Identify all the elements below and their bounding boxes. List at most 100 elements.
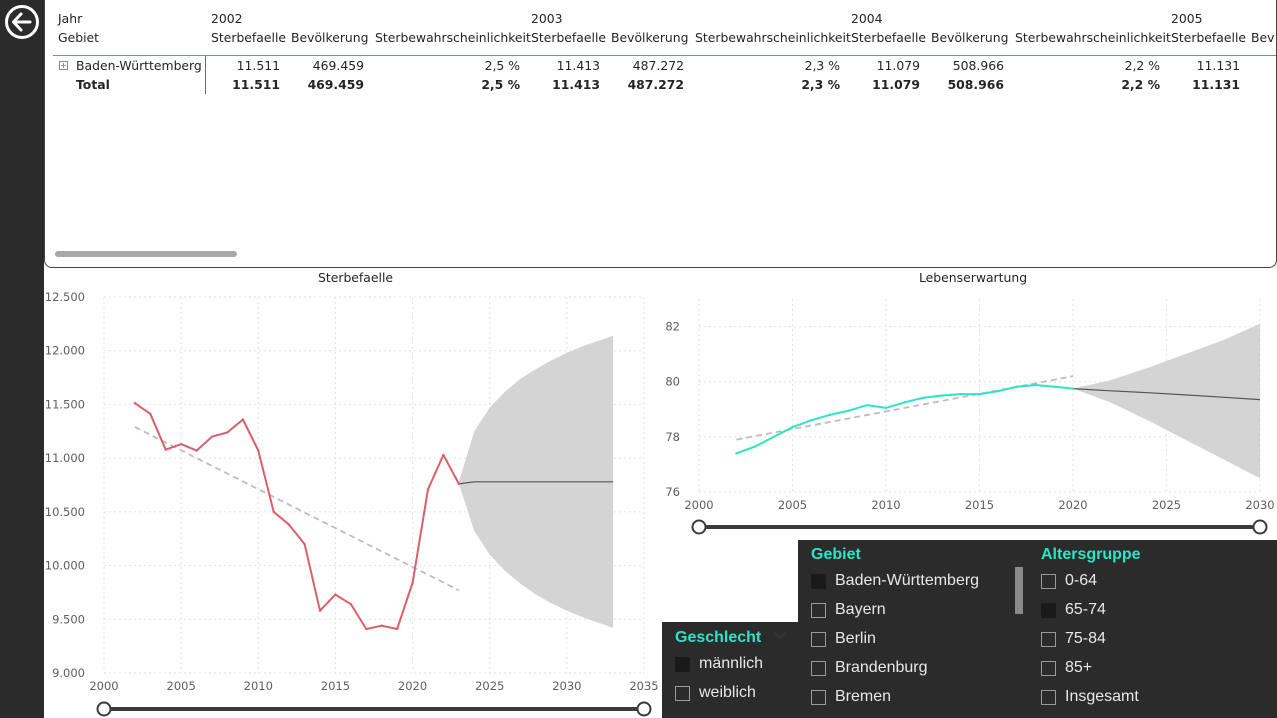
slicer-item-label: 85+: [1065, 659, 1093, 676]
column-header-year[interactable]: 2005: [1171, 11, 1203, 27]
x-tick-label: 2020: [398, 679, 427, 693]
data-point: [164, 448, 167, 451]
table-cell: 11.413: [556, 58, 600, 73]
range-slider-handle-start[interactable]: [691, 519, 707, 535]
data-point: [1071, 387, 1075, 390]
checkbox[interactable]: [811, 603, 826, 618]
checkbox[interactable]: [811, 661, 826, 676]
column-header-measure[interactable]: Bev: [1251, 30, 1274, 46]
x-tick-label: 2025: [475, 679, 504, 693]
table-total-cell: 2,5 %: [481, 77, 520, 92]
column-header-measure[interactable]: Sterbewahrscheinlichkeit: [695, 30, 851, 46]
slicer-item-maennlich[interactable]: männlich: [675, 654, 795, 676]
table-total-cell: 469.459: [307, 77, 364, 92]
table-total-cell: 508.966: [947, 77, 1004, 92]
table-row-label[interactable]: Baden-Württemberg: [76, 58, 202, 74]
row-header-area: Gebiet: [58, 30, 100, 45]
x-tick-label: 2000: [89, 679, 118, 693]
checkbox[interactable]: [811, 690, 826, 705]
range-slider-handle-end[interactable]: [636, 701, 652, 717]
series-line: [134, 402, 460, 630]
y-tick-label: 11.500: [45, 397, 85, 411]
row-header-divider: [205, 56, 206, 94]
slicer-item-label: 0-64: [1065, 572, 1098, 589]
checkbox[interactable]: [811, 632, 826, 647]
slicer-item-85-plus[interactable]: 85+: [1041, 658, 1171, 680]
lebenserwartung-line-chart[interactable]: 76 78 80 82 2000 2005 2010 2015 2020 2025 2030: [662, 290, 1277, 540]
data-point: [1015, 385, 1019, 388]
slicer-item-label: Berlin: [835, 630, 876, 647]
column-header-year[interactable]: 2002: [211, 11, 243, 27]
y-tick-label: 80: [665, 375, 680, 389]
column-header-measure[interactable]: Sterbewahrscheinlichkeit: [1015, 30, 1171, 46]
table-cell: 11.131: [1196, 58, 1240, 73]
data-point: [303, 542, 306, 546]
data-point: [884, 406, 888, 410]
chart-title-sterbefaelle: Sterbefaelle: [318, 270, 394, 285]
checkbox[interactable]: [1041, 603, 1056, 618]
column-header-measure[interactable]: Bevölkerung: [611, 30, 689, 46]
gebiet-slicer-title: Gebiet: [811, 546, 861, 563]
table-total-cell: 11.413: [552, 77, 600, 92]
range-slider-handle-start[interactable]: [96, 701, 112, 717]
column-header-measure[interactable]: Sterbewahrscheinlichkeit: [375, 30, 531, 46]
slicer-item-label: Insgesamt: [1065, 688, 1139, 705]
slicer-item-brandenburg[interactable]: Brandenburg: [811, 658, 1006, 680]
geschlecht-slicer: Geschlecht männlich weiblich: [662, 622, 798, 718]
altersgruppe-slicer-title: Altersgruppe: [1041, 546, 1141, 563]
geschlecht-slicer-title: Geschlecht: [675, 629, 762, 646]
x-tick-label: 2000: [684, 498, 713, 512]
column-header-measure[interactable]: Sterbefaelle: [531, 30, 606, 46]
x-tick-label: 2015: [321, 679, 350, 693]
checkbox[interactable]: [811, 574, 826, 589]
checkbox[interactable]: [675, 686, 690, 701]
slicer-item-weiblich[interactable]: weiblich: [675, 683, 795, 705]
slicer-item-75-84[interactable]: 75-84: [1041, 629, 1171, 651]
y-tick-label: 78: [665, 430, 680, 444]
sterbefaelle-line-chart[interactable]: 9.000 9.500 10.000 10.500 11.000 11.500 12.000…: [44, 285, 662, 718]
slicer-item-baden-wuerttemberg[interactable]: Baden-Württemberg: [811, 571, 1006, 593]
chevron-down-icon[interactable]: [774, 632, 786, 640]
column-header-year[interactable]: 2004: [851, 11, 883, 27]
row-header-year: Jahr: [58, 11, 83, 26]
slicer-item-bremen[interactable]: Bremen: [811, 687, 1006, 709]
data-point: [457, 482, 461, 486]
back-arrow-icon[interactable]: [4, 4, 40, 40]
table-total-cell: 11.079: [872, 77, 920, 92]
left-navigation-rail: [0, 0, 44, 718]
slicer-item-berlin[interactable]: Berlin: [811, 629, 1006, 651]
data-point: [349, 603, 353, 606]
report-canvas: Jahr Gebiet 2002 2003 2004 2005 Sterbefa…: [0, 0, 1277, 718]
y-tick-label: 11.000: [45, 451, 85, 465]
column-header-measure[interactable]: Bevölkerung: [931, 30, 1009, 46]
data-point: [226, 431, 229, 434]
data-point: [195, 449, 198, 452]
plus-square-icon[interactable]: +: [59, 61, 68, 70]
column-header-measure[interactable]: Sterbefaelle: [851, 30, 926, 46]
checkbox[interactable]: [675, 657, 690, 672]
checkbox[interactable]: [1041, 661, 1056, 676]
data-point: [810, 419, 813, 422]
x-tick-label: 2020: [1058, 498, 1087, 512]
data-point: [426, 488, 430, 491]
x-tick-label: 2005: [167, 679, 196, 693]
checkbox[interactable]: [1041, 690, 1056, 705]
slicer-item-insgesamt[interactable]: Insgesamt: [1041, 687, 1171, 709]
gebiet-slicer-scrollbar[interactable]: [1015, 567, 1023, 614]
matrix-table[interactable]: Jahr Gebiet 2002 2003 2004 2005 Sterbefa…: [44, 0, 1277, 268]
slicer-item-bayern[interactable]: Bayern: [811, 600, 1006, 622]
column-header-measure[interactable]: Bevölkerung: [291, 30, 369, 46]
range-slider-handle-end[interactable]: [1252, 519, 1268, 535]
column-header-year[interactable]: 2003: [531, 11, 563, 27]
x-tick-label: 2005: [778, 498, 807, 512]
slicer-item-0-64[interactable]: 0-64: [1041, 571, 1171, 593]
column-header-measure[interactable]: Sterbefaelle: [211, 30, 286, 46]
data-point: [365, 627, 368, 631]
horizontal-scrollbar[interactable]: [55, 251, 237, 257]
slicer-item-65-74[interactable]: 65-74: [1041, 600, 1171, 622]
column-header-measure[interactable]: Sterbefaelle: [1171, 30, 1246, 46]
data-point: [411, 581, 414, 584]
data-point: [735, 452, 738, 455]
checkbox[interactable]: [1041, 632, 1056, 647]
checkbox[interactable]: [1041, 574, 1056, 589]
